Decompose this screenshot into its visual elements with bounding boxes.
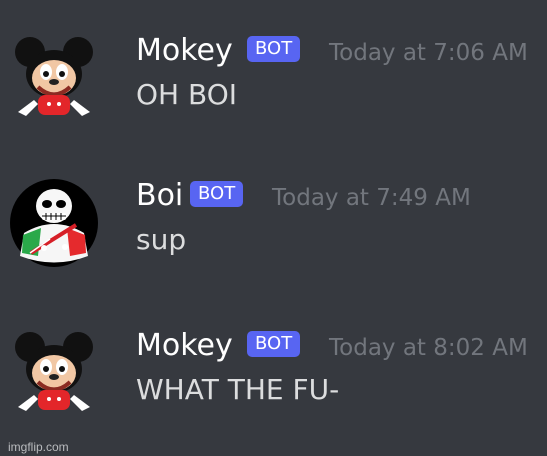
timestamp: Today at 7:49 AM (272, 185, 471, 211)
bot-badge: BOT (247, 331, 301, 357)
message-text: sup (136, 223, 187, 256)
mokey-avatar-icon (15, 332, 93, 411)
username[interactable]: Mokey (136, 32, 233, 70)
timestamp: Today at 8:02 AM (329, 335, 528, 361)
message-text: WHAT THE FU- (136, 373, 340, 406)
boi-avatar-icon (10, 179, 98, 267)
chat-message: Mokey BOT Today at 8:02 AM WHAT THE FU- (0, 327, 547, 437)
chat-message: Boi BOT Today at 7:49 AM sup (0, 177, 547, 287)
boi-avatar-icon[interactable] (8, 177, 100, 269)
bot-badge: BOT (247, 36, 301, 62)
chat-log: Mokey BOT Today at 7:06 AM OH BOI Boi BO… (0, 0, 547, 456)
watermark: imgflip.com (8, 440, 69, 454)
mokey-avatar-icon[interactable] (8, 32, 100, 124)
mokey-avatar-icon[interactable] (8, 327, 100, 419)
mokey-avatar-icon (15, 37, 93, 116)
bot-badge: BOT (190, 181, 244, 207)
message-text: OH BOI (136, 78, 238, 111)
username[interactable]: Mokey (136, 327, 233, 365)
chat-message: Mokey BOT Today at 7:06 AM OH BOI (0, 32, 547, 142)
timestamp: Today at 7:06 AM (329, 40, 528, 66)
username[interactable]: Boi (136, 177, 183, 215)
